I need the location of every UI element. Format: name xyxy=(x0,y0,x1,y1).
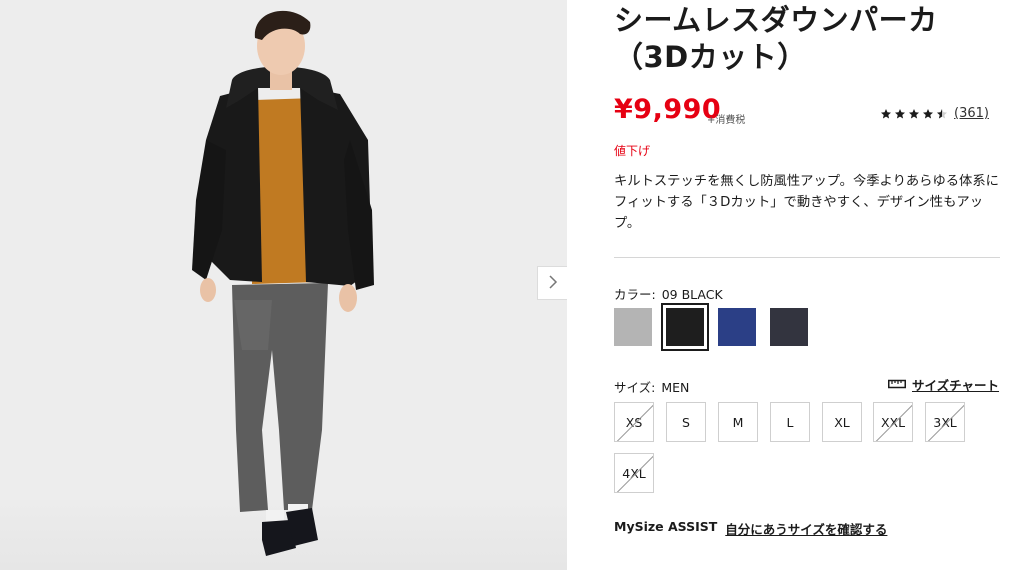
product-title-line1: シームレスダウンパーカ xyxy=(614,3,938,37)
half-star-icon xyxy=(937,108,947,118)
size-chart-link[interactable]: サイズチャート xyxy=(888,375,999,394)
selected-color: 09 BLACK xyxy=(661,287,723,302)
mysize-brand: MySize ASSIST xyxy=(614,519,718,534)
color-swatch-navy[interactable] xyxy=(770,308,808,346)
mysize-assist: MySize ASSIST 自分にあうサイズを確認する xyxy=(614,519,887,538)
size-label: サイズ: MEN xyxy=(614,377,689,396)
size-button-xxl[interactable]: XXL xyxy=(873,402,913,442)
product-title-line2: （3Dカット） xyxy=(614,40,807,74)
star-icon xyxy=(881,108,891,118)
rating-stars xyxy=(880,108,948,120)
product-price: ¥9,990 xyxy=(614,94,722,125)
color-swatch-blue[interactable] xyxy=(718,308,756,346)
discount-badge: 値下げ xyxy=(614,144,651,158)
color-swatch-black[interactable] xyxy=(661,303,709,351)
size-button-l[interactable]: L xyxy=(770,402,810,442)
size-button-s[interactable]: S xyxy=(666,402,706,442)
color-label: カラー: 09 BLACK xyxy=(614,284,723,303)
product-image xyxy=(0,0,567,570)
star-icon xyxy=(909,108,919,118)
next-image-button[interactable] xyxy=(537,266,567,300)
mysize-link[interactable]: 自分にあうサイズを確認する xyxy=(725,519,887,538)
size-button-4xl[interactable]: 4XL xyxy=(614,453,654,493)
size-button-m[interactable]: M xyxy=(718,402,758,442)
color-swatch-gray[interactable] xyxy=(614,308,652,346)
size-button-xs[interactable]: XS xyxy=(614,402,654,442)
selected-size-category: MEN xyxy=(661,380,690,395)
size-label-text: サイズ: xyxy=(614,380,656,395)
chevron-right-icon xyxy=(548,274,558,293)
size-button-xl[interactable]: XL xyxy=(822,402,862,442)
tax-note: +消費税 xyxy=(707,115,746,126)
model-figure xyxy=(192,10,374,556)
color-label-text: カラー: xyxy=(614,287,656,302)
star-icon xyxy=(923,108,933,118)
rating[interactable]: (361) xyxy=(880,106,989,121)
size-chart-label: サイズチャート xyxy=(912,378,1000,393)
ruler-icon xyxy=(888,377,906,392)
star-icon xyxy=(895,108,905,118)
rating-count-link[interactable]: (361) xyxy=(954,106,989,121)
product-description: キルトステッチを無くし防風性アップ。今季よりあらゆる体系にフィットする「３Dカッ… xyxy=(614,174,999,231)
divider xyxy=(614,257,1000,258)
size-button-3xl[interactable]: 3XL xyxy=(925,402,965,442)
product-title: シームレスダウンパーカ （3Dカット） xyxy=(614,2,938,76)
